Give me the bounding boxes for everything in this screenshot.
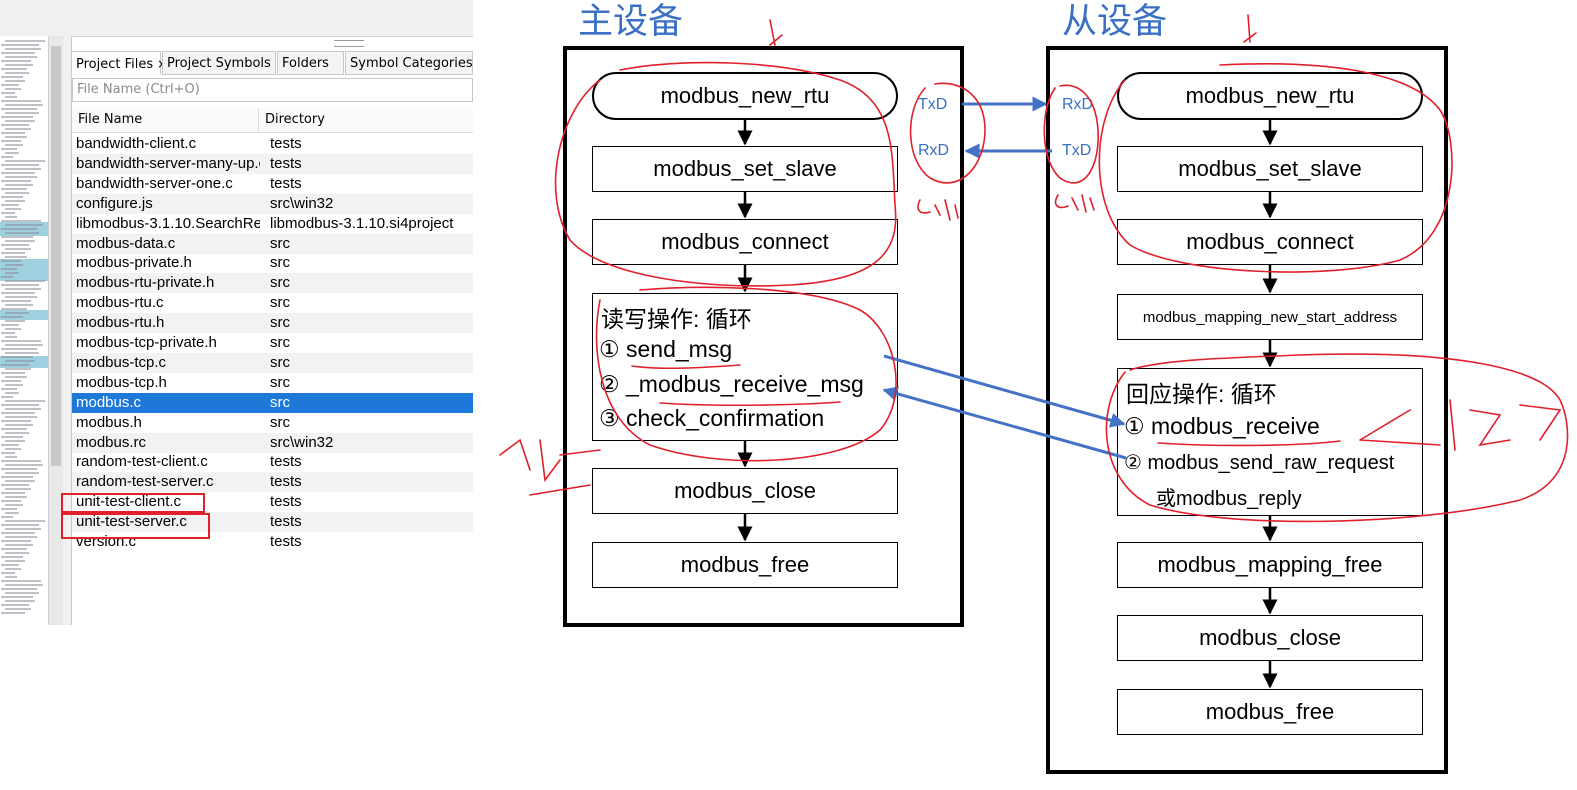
- annotation-underline-modbus-receive: [1157, 440, 1341, 447]
- diagram-overlay: [499, 14, 1569, 689]
- annotation-circle-master-setup: [554, 61, 897, 287]
- annotation-circle-slave-loop: [1105, 353, 1569, 523]
- annotation-com2: [1054, 194, 1095, 213]
- annotation-circle-slave-signals: [1043, 84, 1099, 184]
- annotation-mark-slave: [1243, 14, 1257, 43]
- annotation-circle-master-loop: [595, 286, 897, 462]
- annotation-scribble-left: [499, 438, 601, 496]
- send-msg-to-receive-arrow: [883, 354, 1126, 428]
- annotation-scribble-right: [1359, 399, 1562, 451]
- annotation-com1: [917, 199, 959, 221]
- reply-to-receive-msg-arrow: [882, 386, 1127, 460]
- annotation-underline-send: [631, 364, 741, 370]
- annotation-underline-receive: [659, 401, 841, 407]
- annotation-circle-master-signals: [909, 82, 986, 184]
- annotation-mark-master: [769, 19, 783, 46]
- annotation-circle-slave-setup: [1098, 63, 1453, 273]
